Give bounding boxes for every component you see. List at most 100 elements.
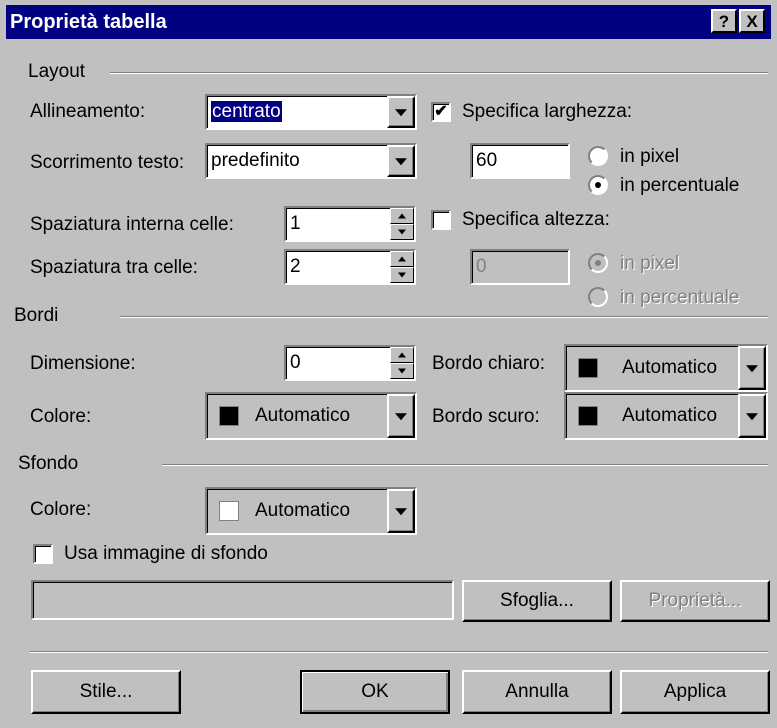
sfondo-colore-label: Colore:: [30, 499, 92, 520]
bordi-colore-swatch: [219, 406, 239, 426]
bordi-colore-value: Automatico: [255, 405, 351, 426]
close-button[interactable]: X: [739, 9, 765, 33]
dimensione-value: 0: [290, 352, 301, 373]
radio-dot-icon: [595, 182, 601, 188]
altezza-pct-label: in percentuale: [620, 287, 740, 308]
scorrimento-select[interactable]: predefinito: [205, 143, 417, 179]
chevron-down-icon: [746, 413, 758, 421]
chevron-down-icon: [395, 109, 407, 117]
allineamento-dropdown-button[interactable]: [387, 96, 415, 128]
stile-label: Stile...: [79, 681, 133, 702]
dialog-title: Proprietà tabella: [10, 11, 167, 33]
sfondo-group-line: [162, 464, 768, 466]
scorrimento-label: Scorrimento testo:: [30, 152, 185, 173]
larghezza-px-label: in pixel: [620, 146, 680, 167]
altezza-label: Specifica altezza:: [462, 209, 610, 230]
bordi-group-label: Bordi: [14, 305, 59, 326]
larghezza-px-radio[interactable]: [588, 146, 608, 166]
arrow-up-icon: [398, 256, 406, 262]
proprieta-label: Proprietà...: [648, 590, 742, 611]
sfoglia-label: Sfoglia...: [500, 590, 574, 611]
arrow-down-icon: [398, 272, 406, 278]
larghezza-value: 60: [476, 150, 498, 171]
ok-label: OK: [361, 681, 389, 702]
altezza-value: 0: [476, 256, 487, 277]
bordo-chiaro-label: Bordo chiaro:: [432, 353, 546, 374]
spaziatura-interna-stepper[interactable]: 1: [284, 206, 416, 242]
altezza-px-label: in pixel: [620, 253, 680, 274]
chevron-down-icon: [746, 365, 758, 373]
larghezza-input[interactable]: 60: [470, 143, 570, 179]
layout-group-line: [110, 72, 768, 74]
dimensione-label: Dimensione:: [30, 353, 136, 374]
altezza-pct-radio[interactable]: [588, 287, 608, 307]
larghezza-label: Specifica larghezza:: [462, 101, 633, 122]
bordo-chiaro-picker[interactable]: Automatico: [564, 344, 768, 392]
table-properties-dialog: Proprietà tabella ? X Layout Allineament…: [0, 0, 777, 728]
larghezza-checkbox[interactable]: ✔: [431, 102, 451, 122]
arrow-down-icon: [398, 368, 406, 374]
sfondo-colore-swatch: [219, 501, 239, 521]
scorrimento-value: predefinito: [211, 150, 300, 171]
help-button[interactable]: ?: [711, 9, 737, 33]
bordi-colore-picker[interactable]: Automatico: [205, 392, 417, 440]
bordi-colore-label: Colore:: [30, 406, 92, 427]
larghezza-pct-label: in percentuale: [620, 175, 740, 196]
sfondo-colore-picker[interactable]: Automatico: [205, 487, 417, 535]
bordo-chiaro-swatch: [578, 358, 598, 378]
arrow-down-icon: [398, 229, 406, 235]
chevron-down-icon: [395, 158, 407, 166]
usa-immagine-checkbox[interactable]: [33, 544, 53, 564]
bordo-scuro-dropdown-button[interactable]: [738, 394, 766, 438]
bordo-scuro-picker[interactable]: Automatico: [564, 392, 768, 440]
stile-button[interactable]: Stile...: [31, 670, 181, 714]
allineamento-select[interactable]: centrato: [205, 94, 417, 130]
spaziatura-tra-up[interactable]: [390, 251, 414, 267]
proprieta-button[interactable]: Proprietà...: [620, 580, 770, 622]
spaziatura-interna-value: 1: [290, 213, 301, 234]
image-path-input[interactable]: [31, 580, 454, 620]
spaziatura-tra-label: Spaziatura tra celle:: [30, 257, 198, 278]
arrow-up-icon: [398, 213, 406, 219]
title-bar[interactable]: Proprietà tabella ? X: [6, 5, 771, 39]
bordo-scuro-label: Bordo scuro:: [432, 406, 540, 427]
spaziatura-interna-down[interactable]: [390, 224, 414, 240]
allineamento-value: centrato: [210, 100, 283, 123]
dimensione-up[interactable]: [390, 347, 414, 363]
checkmark-icon: ✔: [434, 103, 448, 120]
spaziatura-interna-up[interactable]: [390, 208, 414, 224]
bordo-chiaro-value: Automatico: [622, 357, 718, 378]
footer-separator: [30, 651, 768, 653]
sfondo-colore-dropdown-button[interactable]: [387, 489, 415, 533]
chevron-down-icon: [395, 508, 407, 516]
dimensione-down[interactable]: [390, 363, 414, 379]
sfondo-colore-value: Automatico: [255, 500, 351, 521]
bordi-colore-dropdown-button[interactable]: [387, 394, 415, 438]
usa-immagine-label: Usa immagine di sfondo: [64, 543, 268, 564]
spaziatura-tra-down[interactable]: [390, 267, 414, 283]
annulla-button[interactable]: Annulla: [462, 670, 612, 714]
bordo-scuro-value: Automatico: [622, 405, 718, 426]
layout-group-label: Layout: [28, 61, 86, 82]
larghezza-pct-radio[interactable]: [588, 175, 608, 195]
altezza-checkbox[interactable]: [431, 210, 451, 230]
dimensione-stepper[interactable]: 0: [284, 345, 416, 381]
applica-label: Applica: [663, 681, 727, 702]
bordi-group-line: [120, 316, 768, 318]
altezza-input[interactable]: 0: [470, 249, 570, 285]
altezza-px-radio[interactable]: [588, 253, 608, 273]
chevron-down-icon: [395, 413, 407, 421]
annulla-label: Annulla: [505, 681, 569, 702]
arrow-up-icon: [398, 352, 406, 358]
spaziatura-interna-label: Spaziatura interna celle:: [30, 214, 234, 235]
scorrimento-dropdown-button[interactable]: [387, 145, 415, 177]
radio-dot-icon: [595, 260, 601, 266]
bordo-scuro-swatch: [578, 406, 598, 426]
bordo-chiaro-dropdown-button[interactable]: [738, 346, 766, 390]
ok-button[interactable]: OK: [300, 670, 450, 714]
sfoglia-button[interactable]: Sfoglia...: [462, 580, 612, 622]
spaziatura-tra-value: 2: [290, 256, 301, 277]
spaziatura-tra-stepper[interactable]: 2: [284, 249, 416, 285]
sfondo-group-label: Sfondo: [18, 453, 79, 474]
applica-button[interactable]: Applica: [620, 670, 770, 714]
